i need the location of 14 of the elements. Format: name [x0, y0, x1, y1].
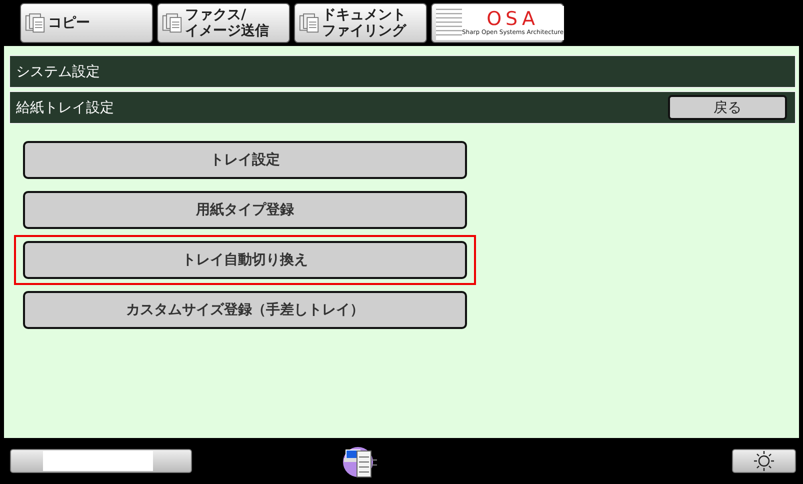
sun-icon [754, 451, 774, 471]
documents-icon [162, 12, 182, 34]
mode-tab[interactable]: コピー [20, 3, 153, 43]
screen-subtitle: 給紙トレイ設定 [16, 98, 114, 116]
printer-icon[interactable] [342, 444, 378, 478]
documents-icon [299, 12, 319, 34]
documents-icon [25, 12, 45, 34]
brightness-button[interactable] [732, 449, 796, 473]
screen-title: システム設定 [16, 62, 100, 80]
mode-tab[interactable]: ドキュメント ファイリング [294, 3, 427, 43]
menu-button[interactable]: トレイ自動切り換え [14, 235, 476, 285]
status-button[interactable] [10, 449, 192, 473]
back-button[interactable]: 戻る [668, 95, 787, 120]
mode-tab[interactable]: ファクス/ イメージ送信 [157, 3, 290, 43]
